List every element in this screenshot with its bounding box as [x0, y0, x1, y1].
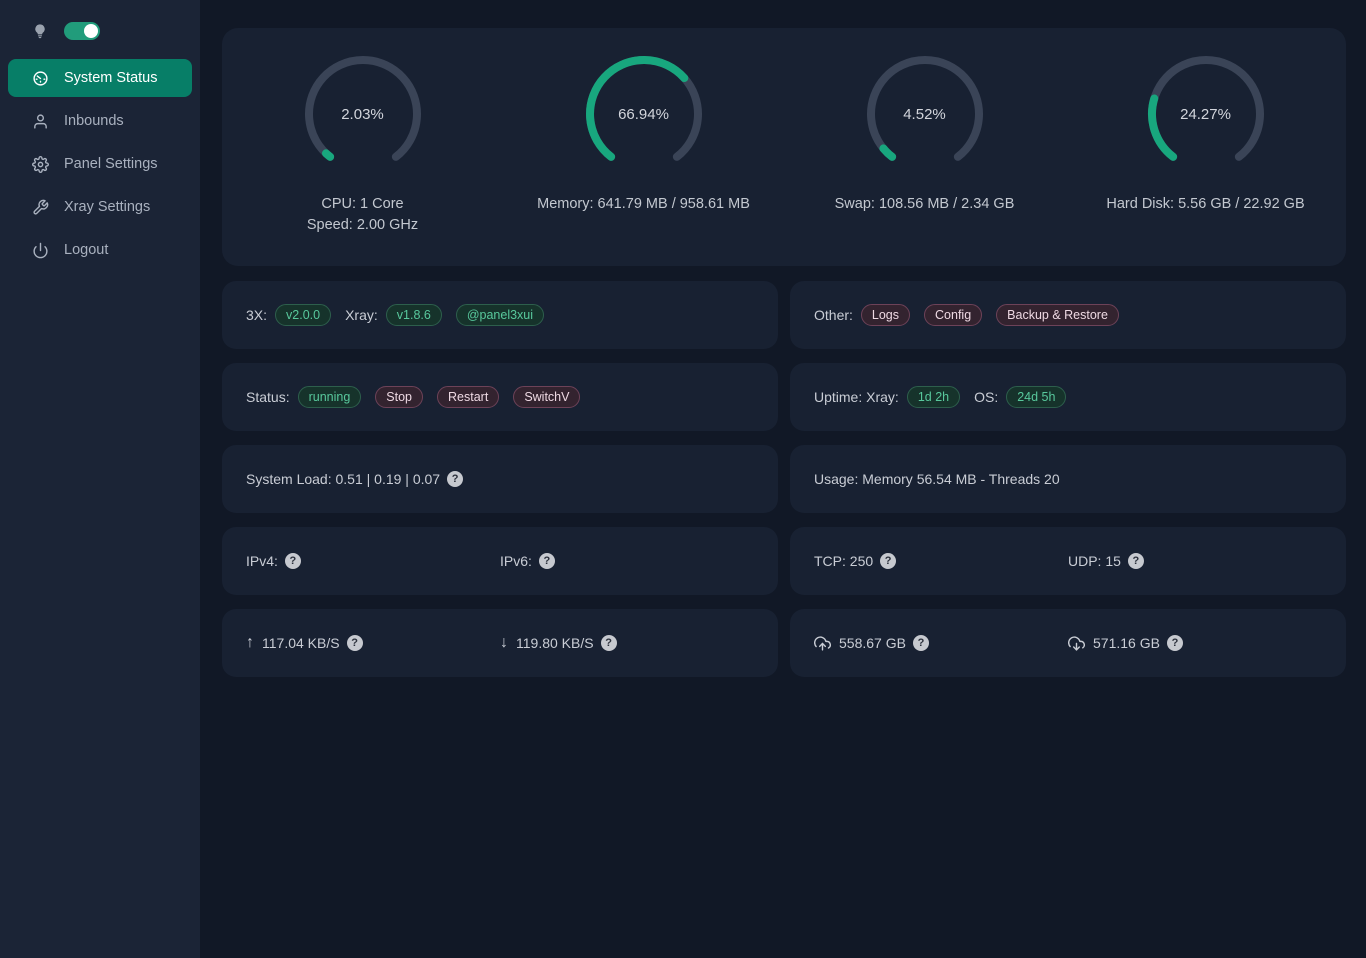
gear-icon: [32, 156, 49, 173]
theme-toggle-knob: [84, 24, 98, 38]
download-speed-text: 119.80 KB/S: [516, 635, 594, 651]
gauge-cpu: 2.03% CPU: 1 CoreSpeed: 2.00 GHz: [222, 54, 503, 236]
help-icon[interactable]: ?: [601, 635, 617, 651]
help-icon[interactable]: ?: [539, 553, 555, 569]
system-load-card: System Load: 0.51 | 0.19 | 0.07 ?: [222, 445, 778, 513]
backup-restore-button[interactable]: Backup & Restore: [996, 304, 1119, 326]
user-icon: [32, 113, 49, 130]
sidebar-item-panel-settings[interactable]: Panel Settings: [8, 145, 192, 183]
dashboard-icon: [32, 70, 49, 87]
logs-button[interactable]: Logs: [861, 304, 910, 326]
version-card: 3X: v2.0.0 Xray: v1.8.6 @panel3xui: [222, 281, 778, 349]
gauge-caption-line: Swap: 108.56 MB / 2.34 GB: [835, 194, 1015, 215]
help-icon[interactable]: ?: [880, 553, 896, 569]
gauge-caption-line: Speed: 2.00 GHz: [307, 215, 418, 236]
uptime-card: Uptime: Xray: 1d 2h OS: 24d 5h: [790, 363, 1346, 431]
gauge-percent-label: 66.94%: [584, 54, 704, 174]
help-icon[interactable]: ?: [1167, 635, 1183, 651]
gauge-caption-line: CPU: 1 Core: [307, 194, 418, 215]
gauge-caption: Swap: 108.56 MB / 2.34 GB: [835, 194, 1015, 215]
sidebar-item-system-status[interactable]: System Status: [8, 59, 192, 97]
sidebar: System Status Inbounds Panel Settings Xray …: [0, 0, 200, 958]
theme-row: [0, 16, 200, 54]
help-icon[interactable]: ?: [1128, 553, 1144, 569]
usage-text: Usage: Memory 56.54 MB - Threads 20: [814, 471, 1060, 487]
resource-gauges-card: 2.03% CPU: 1 CoreSpeed: 2.00 GHz 66.94% Mem…: [222, 28, 1346, 266]
ipv4-label: IPv4:: [246, 553, 278, 569]
sidebar-item-label: System Status: [64, 70, 157, 86]
help-icon[interactable]: ?: [913, 635, 929, 651]
status-label: Status:: [246, 389, 290, 405]
os-uptime-badge: 24d 5h: [1006, 386, 1066, 408]
main-content: 2.03% CPU: 1 CoreSpeed: 2.00 GHz 66.94% Mem…: [200, 0, 1366, 958]
system-load-text: System Load: 0.51 | 0.19 | 0.07: [246, 471, 440, 487]
sidebar-menu: System Status Inbounds Panel Settings Xray …: [0, 59, 200, 269]
config-button[interactable]: Config: [924, 304, 982, 326]
network-speed-card: ↑ 117.04 KB/S ? ↓ 119.80 KB/S ?: [222, 609, 778, 677]
gauge-percent-label: 4.52%: [865, 54, 985, 174]
sidebar-item-inbounds[interactable]: Inbounds: [8, 102, 192, 140]
udp-count-text: UDP: 15: [1068, 553, 1121, 569]
gauge-percent-label: 24.27%: [1146, 54, 1266, 174]
theme-toggle[interactable]: [64, 22, 100, 40]
connections-card: TCP: 250 ? UDP: 15 ?: [790, 527, 1346, 595]
xray-status-card: Status: running Stop Restart SwitchV: [222, 363, 778, 431]
3x-version-pill[interactable]: v2.0.0: [275, 304, 331, 326]
logout-icon: [32, 242, 49, 259]
3x-label: 3X:: [246, 307, 267, 323]
gauge-caption: Memory: 641.79 MB / 958.61 MB: [537, 194, 750, 215]
status-running-badge: running: [298, 386, 362, 408]
gauge-disk: 24.27% Hard Disk: 5.56 GB / 22.92 GB: [1065, 54, 1346, 236]
cloud-upload-icon: [814, 635, 831, 652]
help-icon[interactable]: ?: [447, 471, 463, 487]
info-rows: 3X: v2.0.0 Xray: v1.8.6 @panel3xui Other…: [222, 281, 1346, 677]
gauge-row: 2.03% CPU: 1 CoreSpeed: 2.00 GHz 66.94% Mem…: [222, 54, 1346, 236]
uptime-xray-label: Uptime: Xray:: [814, 389, 899, 405]
gauge-caption: Hard Disk: 5.56 GB / 22.92 GB: [1106, 194, 1304, 215]
gauge-caption-line: Hard Disk: 5.56 GB / 22.92 GB: [1106, 194, 1304, 215]
switch-version-button[interactable]: SwitchV: [513, 386, 580, 408]
restart-button[interactable]: Restart: [437, 386, 499, 408]
help-icon[interactable]: ?: [285, 553, 301, 569]
ipv6-label: IPv6:: [500, 553, 532, 569]
usage-card: Usage: Memory 56.54 MB - Threads 20: [790, 445, 1346, 513]
arrow-up-icon: ↑: [246, 634, 254, 652]
gauge-swap: 4.52% Swap: 108.56 MB / 2.34 GB: [784, 54, 1065, 236]
sidebar-item-label: Xray Settings: [64, 199, 150, 215]
xray-label: Xray:: [345, 307, 378, 323]
sidebar-item-label: Inbounds: [64, 113, 124, 129]
sidebar-item-label: Panel Settings: [64, 156, 158, 172]
telegram-pill[interactable]: @panel3xui: [456, 304, 544, 326]
lightbulb-icon: [32, 23, 48, 39]
sidebar-item-label: Logout: [64, 242, 108, 258]
total-download-text: 571.16 GB: [1093, 635, 1160, 651]
tcp-count-text: TCP: 250: [814, 553, 873, 569]
total-upload-text: 558.67 GB: [839, 635, 906, 651]
other-label: Other:: [814, 307, 853, 323]
cloud-download-icon: [1068, 635, 1085, 652]
wrench-icon: [32, 199, 49, 216]
os-label: OS:: [974, 389, 998, 405]
sidebar-item-logout[interactable]: Logout: [8, 231, 192, 269]
network-total-card: 558.67 GB ? 571.16 GB ?: [790, 609, 1346, 677]
gauge-percent-label: 2.03%: [303, 54, 423, 174]
gauge-caption-line: Memory: 641.79 MB / 958.61 MB: [537, 194, 750, 215]
help-icon[interactable]: ?: [347, 635, 363, 651]
upload-speed-text: 117.04 KB/S: [262, 635, 340, 651]
gauge-memory: 66.94% Memory: 641.79 MB / 958.61 MB: [503, 54, 784, 236]
arrow-down-icon: ↓: [500, 634, 508, 652]
xray-uptime-badge: 1d 2h: [907, 386, 960, 408]
ip-card: IPv4: ? IPv6: ?: [222, 527, 778, 595]
other-links-card: Other: Logs Config Backup & Restore: [790, 281, 1346, 349]
sidebar-item-xray-settings[interactable]: Xray Settings: [8, 188, 192, 226]
stop-button[interactable]: Stop: [375, 386, 423, 408]
xray-version-pill[interactable]: v1.8.6: [386, 304, 442, 326]
gauge-caption: CPU: 1 CoreSpeed: 2.00 GHz: [307, 194, 418, 236]
